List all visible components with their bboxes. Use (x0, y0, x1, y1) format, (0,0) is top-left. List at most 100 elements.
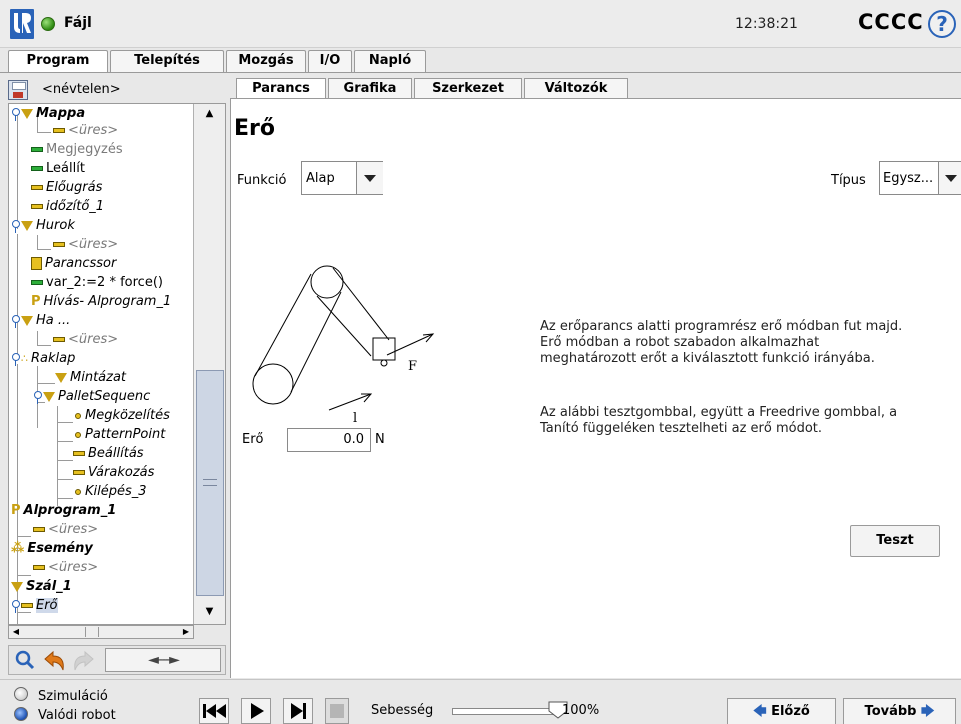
type-value: Egysz... (883, 171, 934, 186)
tree-item-comment[interactable]: Megjegyzés (31, 140, 123, 159)
clock: 12:38:21 (735, 16, 798, 32)
save-icon[interactable] (8, 80, 28, 100)
simulation-radio[interactable] (14, 687, 28, 701)
tab-move[interactable]: Mozgás (226, 50, 306, 72)
tree-item-subprogram[interactable]: P Alprogram_1 (11, 501, 116, 520)
scroll-grip[interactable] (85, 627, 99, 637)
chevron-down-icon[interactable] (356, 162, 383, 194)
tree-item-empty[interactable]: <üres> (33, 520, 98, 539)
test-button[interactable]: Teszt (850, 525, 940, 557)
halt-marker-icon (31, 166, 43, 171)
empty-marker-icon (53, 337, 65, 342)
scroll-right-icon[interactable]: ▶ (179, 626, 193, 638)
next-label: Tovább (864, 704, 917, 719)
empty-marker-icon (33, 527, 45, 532)
step-button[interactable] (283, 698, 313, 724)
force-input[interactable]: 0.0 (287, 428, 371, 452)
tree-toolbar: ◄----► (8, 645, 226, 675)
real-robot-label: Valódi robot (38, 708, 116, 723)
tree-item-empty[interactable]: <üres> (53, 121, 118, 140)
tree-item-empty[interactable]: <üres> (53, 330, 118, 349)
force-diagram: F l (252, 265, 435, 424)
tab-variables[interactable]: Változók (524, 78, 628, 99)
play-icon (251, 703, 264, 719)
empty-marker-icon (33, 565, 45, 570)
speed-slider[interactable] (452, 708, 560, 715)
tree-item-approach[interactable]: Megközelítés (75, 406, 170, 425)
app-window: Fájl 12:38:21 CCCC ? Program Telepítés M… (0, 0, 961, 724)
tree-item-event[interactable]: ⁂ Esemény (11, 539, 93, 558)
stop-button[interactable] (325, 698, 349, 724)
tree-item-script[interactable]: Parancssor (31, 254, 116, 273)
previous-label: Előző (771, 704, 810, 719)
scroll-thumb[interactable] (196, 370, 224, 596)
undo-icon[interactable] (43, 650, 67, 672)
tab-command[interactable]: Parancs (236, 78, 326, 99)
subprogram-icon: P (31, 294, 41, 309)
play-button[interactable] (241, 698, 271, 724)
tree-item-if[interactable]: Ha ... (11, 311, 70, 330)
tree-item-pallet[interactable]: ∴ Raklap (11, 349, 75, 368)
chevron-down-icon[interactable] (938, 162, 961, 194)
tree-item-pattern-point[interactable]: PatternPoint (75, 425, 165, 444)
file-menu[interactable]: Fájl (64, 15, 92, 31)
step-icon (291, 703, 306, 719)
description-text: Az alábbi tesztgombbal, együtt a Freedri… (540, 405, 898, 436)
tree-item-assignment[interactable]: var_2:=2 * force() (31, 273, 163, 292)
tree-item-pallet-sequence[interactable]: PalletSequenc (33, 387, 150, 406)
waypoint-icon (75, 431, 81, 438)
tree-item-force[interactable]: Erő (11, 596, 58, 615)
stop-icon (330, 704, 344, 718)
next-button[interactable]: Tovább 🡆 (843, 698, 956, 724)
empty-marker-icon (53, 128, 65, 133)
tree-vertical-scrollbar[interactable]: ▲ ▼ (193, 104, 225, 624)
tab-installation[interactable]: Telepítés (110, 50, 224, 72)
diagram-force-label: F (408, 359, 417, 374)
tree-item-popup[interactable]: Előugrás (31, 178, 102, 197)
move-node-button[interactable]: ◄----► (105, 648, 221, 672)
type-select[interactable]: Egysz... (879, 161, 961, 195)
empty-marker-icon (53, 242, 65, 247)
function-label: Funkció (237, 173, 287, 188)
tree-item-set[interactable]: Beállítás (73, 444, 144, 463)
real-robot-radio[interactable] (14, 707, 28, 721)
scroll-up-icon[interactable]: ▲ (194, 104, 225, 124)
command-panel: Erő Funkció Alap Típus Egysz... F l Erő … (230, 98, 961, 678)
tab-program[interactable]: Program (8, 50, 108, 73)
tree-item-call[interactable]: P Hívás- Alprogram_1 (31, 292, 171, 311)
tree-item-timer[interactable]: időzítő_1 (31, 197, 104, 216)
tree-item-loop[interactable]: Hurok (11, 216, 75, 235)
help-icon[interactable]: ? (928, 10, 956, 38)
status-indicator-icon (41, 17, 55, 31)
scroll-down-icon[interactable]: ▼ (194, 602, 225, 622)
previous-button[interactable]: 🡄 Előző (727, 698, 836, 724)
waypoint-icon (75, 488, 81, 495)
tab-structure[interactable]: Szerkezet (414, 78, 522, 99)
tree-item-thread[interactable]: Szál_1 (11, 577, 72, 596)
function-select[interactable]: Alap (301, 161, 383, 195)
tab-graphics[interactable]: Grafika (328, 78, 412, 99)
program-header: <névtelen> (8, 78, 224, 102)
force-unit: N (375, 432, 385, 447)
type-label: Típus (831, 173, 866, 188)
tree-item-pattern[interactable]: Mintázat (55, 368, 126, 387)
scroll-left-icon[interactable]: ◀ (9, 626, 23, 638)
tree-item-exit[interactable]: Kilépés_3 (75, 482, 147, 501)
tree-item-wait[interactable]: Várakozás (73, 463, 154, 482)
tab-log[interactable]: Napló (354, 50, 426, 72)
search-icon[interactable] (15, 650, 35, 670)
tree-item-empty[interactable]: <üres> (53, 235, 118, 254)
speed-label: Sebesség (371, 703, 434, 718)
folder-triangle-icon (21, 108, 33, 119)
ur-logo-icon (10, 9, 34, 39)
tree-item-halt[interactable]: Leállít (31, 159, 85, 178)
tree-item-empty[interactable]: <üres> (33, 558, 98, 577)
popup-marker-icon (31, 185, 43, 190)
loop-triangle-icon (21, 220, 33, 231)
rewind-button[interactable] (199, 698, 229, 724)
redo-icon[interactable] (71, 650, 95, 672)
tab-io[interactable]: I/O (308, 50, 352, 72)
program-name: <névtelen> (42, 82, 121, 97)
thread-triangle-icon (11, 581, 23, 592)
tree-horizontal-scrollbar[interactable]: ◀ ▶ (8, 625, 194, 639)
